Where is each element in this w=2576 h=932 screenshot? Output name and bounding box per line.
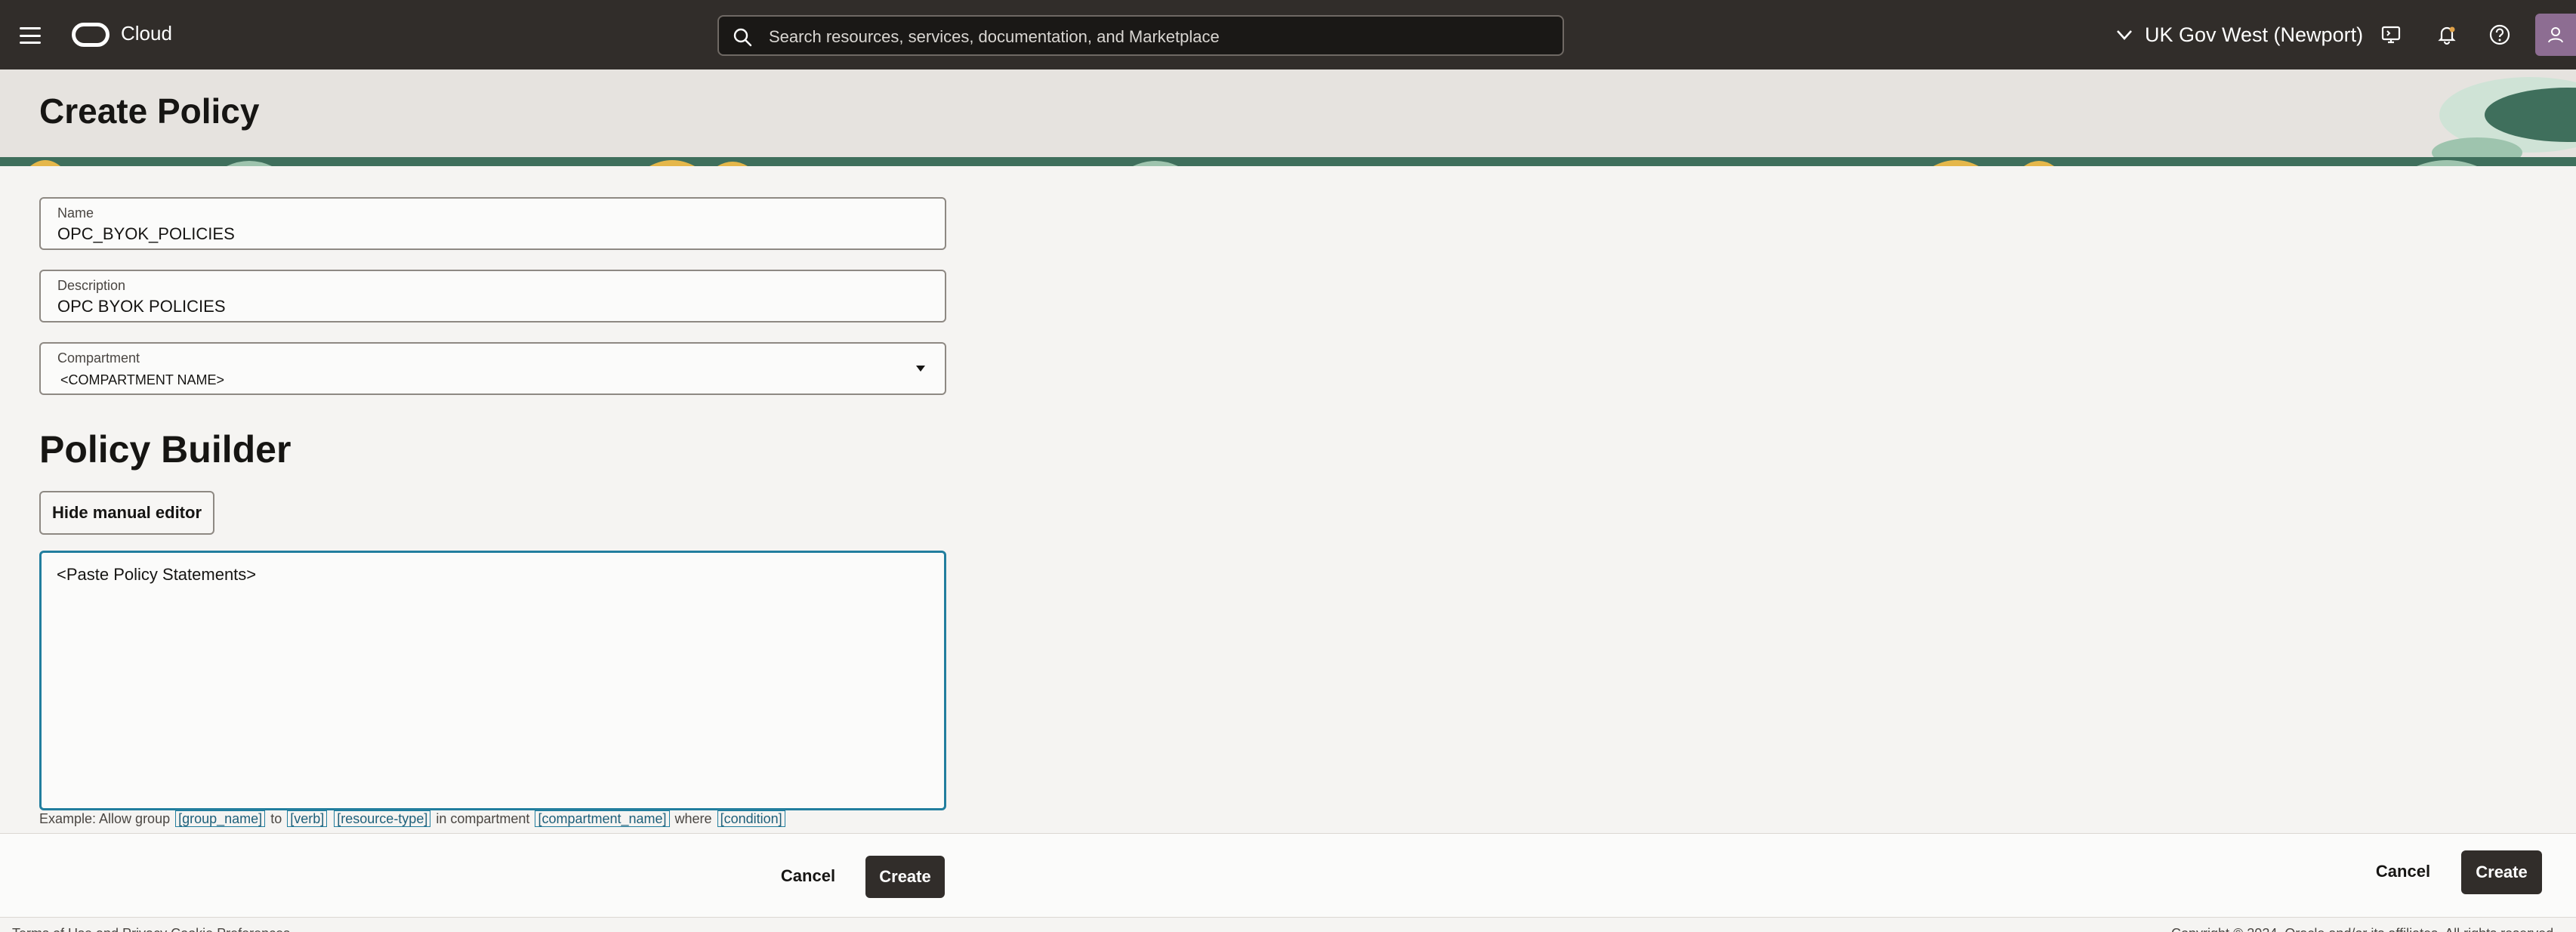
footer-links[interactable]: Terms of Use and Privacy Cookie Preferen… [12, 926, 290, 932]
compartment-select[interactable]: Compartment <COMPARTMENT NAME> [39, 342, 946, 395]
example-to: to [270, 811, 282, 826]
menu-icon[interactable] [20, 27, 41, 44]
example-verb-token[interactable]: [verb] [287, 810, 328, 827]
description-field[interactable]: Description OPC BYOK POLICIES [39, 270, 946, 322]
cancel-button-secondary[interactable]: Cancel [2365, 856, 2441, 887]
region-selector[interactable]: UK Gov West (Newport) [2115, 18, 2363, 51]
example-resource-token[interactable]: [resource-type] [334, 810, 431, 827]
brand-name[interactable]: Cloud [121, 22, 172, 45]
hide-manual-editor-button[interactable]: Hide manual editor [39, 491, 214, 535]
oracle-logo-icon[interactable] [72, 23, 110, 47]
decorative-pattern [2432, 77, 2576, 166]
create-button[interactable]: Create [865, 856, 945, 898]
example-where: where [674, 811, 712, 826]
name-value: OPC_BYOK_POLICIES [57, 224, 235, 243]
search-placeholder: Search resources, services, documentatio… [769, 27, 1220, 46]
footer-copyright: Copyright © 2024, Oracle and/or its affi… [2171, 926, 2557, 932]
example-prefix: Example: Allow group [39, 811, 171, 826]
chevron-down-icon [2117, 30, 2132, 40]
create-button-secondary[interactable]: Create [2461, 850, 2542, 894]
description-label: Description [57, 278, 126, 293]
policy-example: Example: Allow group [group_name] to [ve… [39, 810, 787, 827]
search-input[interactable]: Search resources, services, documentatio… [717, 15, 1564, 56]
example-condition-token[interactable]: [condition] [717, 810, 785, 827]
compartment-label: Compartment [57, 350, 140, 366]
page-footer: Terms of Use and Privacy Cookie Preferen… [0, 918, 2576, 932]
bell-icon[interactable] [2433, 21, 2460, 48]
user-avatar[interactable] [2535, 14, 2576, 56]
help-icon[interactable] [2486, 21, 2513, 48]
page-header: Create Policy [0, 69, 2576, 166]
cancel-button[interactable]: Cancel [770, 861, 846, 891]
user-icon [2548, 27, 2563, 43]
policy-builder-title: Policy Builder [39, 428, 292, 471]
search-icon [733, 28, 752, 47]
example-compartment-token[interactable]: [compartment_name] [535, 810, 670, 827]
region-label: UK Gov West (Newport) [2145, 23, 2364, 46]
name-label: Name [57, 205, 94, 221]
cloud-shell-icon[interactable] [2377, 21, 2405, 48]
description-value: OPC BYOK POLICIES [57, 297, 226, 316]
page-title: Create Policy [39, 91, 260, 131]
example-group-token[interactable]: [group_name] [175, 810, 266, 827]
name-field[interactable]: Name OPC_BYOK_POLICIES [39, 197, 946, 250]
example-in: in compartment [436, 811, 530, 826]
header-stripe-pattern [30, 160, 2477, 166]
compartment-value: <COMPARTMENT NAME> [60, 372, 225, 387]
action-bar: Cancel Create Cancel Create [0, 833, 2576, 918]
policy-statements-editor[interactable]: <Paste Policy Statements> [39, 551, 946, 810]
caret-down-icon [916, 366, 925, 372]
top-navigation-bar: Cloud Search resources, services, docume… [0, 0, 2576, 69]
